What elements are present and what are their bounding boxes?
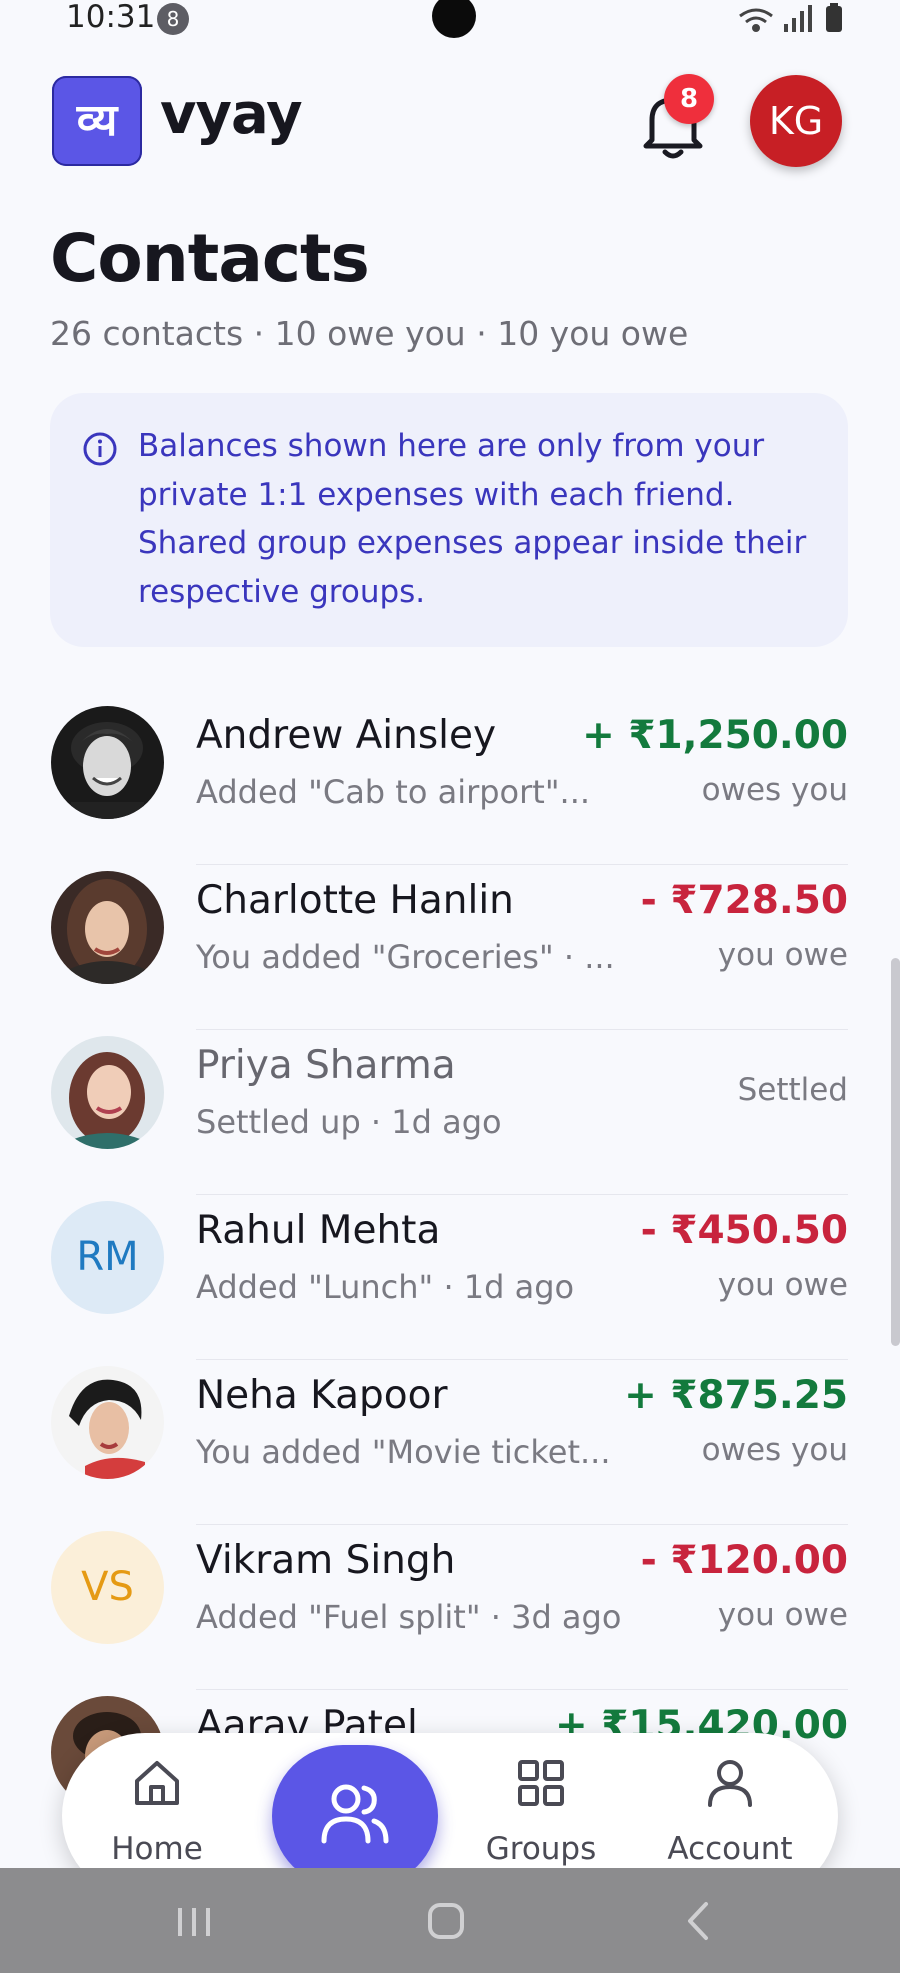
contact-amount: + ₹1,250.00: [582, 713, 848, 758]
contact-name: Neha Kapoor: [196, 1373, 448, 1418]
page-title: Contacts: [50, 220, 370, 297]
home-button-icon[interactable]: [416, 1896, 476, 1946]
nav-label: Home: [111, 1831, 203, 1867]
avatar: [51, 1036, 164, 1149]
info-card: Balances shown here are only from your p…: [50, 393, 848, 647]
contact-row[interactable]: RM Rahul Mehta Added "Lunch" · 1d ago - …: [0, 1195, 900, 1360]
brand-name: vyay: [160, 82, 303, 147]
contact-subtitle: You added "Groceries" · ...: [196, 938, 615, 976]
contact-row[interactable]: Andrew Ainsley Added "Cab to airport"...…: [0, 700, 900, 865]
contact-subtitle: You added "Movie ticket...: [196, 1433, 611, 1471]
contact-amount: - ₹120.00: [640, 1538, 848, 1583]
avatar: VS: [51, 1531, 164, 1644]
contact-status: owes you: [701, 772, 848, 808]
avatar-initials: VS: [81, 1564, 134, 1610]
contact-amount: + ₹875.25: [624, 1373, 848, 1418]
contact-row[interactable]: VS Vikram Singh Added "Fuel split" · 3d …: [0, 1525, 900, 1690]
contact-amount: - ₹728.50: [640, 878, 848, 923]
page-subtitle: 26 contacts · 10 owe you · 10 you owe: [50, 314, 689, 353]
signal-icon: [784, 5, 812, 32]
contact-amount: - ₹450.50: [640, 1208, 848, 1253]
battery-icon: [826, 3, 842, 32]
home-icon: [135, 1761, 179, 1805]
users-icon: [321, 1784, 389, 1844]
info-icon: [83, 432, 117, 466]
contact-name: Priya Sharma: [196, 1043, 456, 1088]
status-time: 10:31: [66, 0, 156, 35]
contact-row[interactable]: Priya Sharma Settled up · 1d ago Settled: [0, 1030, 900, 1195]
contact-status: you owe: [717, 1267, 848, 1303]
contact-subtitle: Settled up · 1d ago: [196, 1103, 502, 1141]
wifi-icon: [739, 8, 773, 32]
contact-name: Charlotte Hanlin: [196, 878, 514, 923]
scrollbar[interactable]: [891, 958, 900, 1346]
contact-name: Rahul Mehta: [196, 1208, 441, 1253]
contact-name: Andrew Ainsley: [196, 713, 497, 758]
contact-subtitle: Added "Cab to airport"...: [196, 773, 591, 811]
back-icon[interactable]: [668, 1896, 728, 1946]
recent-apps-icon[interactable]: [164, 1896, 224, 1946]
notification-badge: 8: [664, 74, 714, 124]
contact-subtitle: Added "Lunch" · 1d ago: [196, 1268, 575, 1306]
avatar-initials: RM: [76, 1234, 139, 1280]
nav-label: Account: [667, 1831, 793, 1867]
grid-icon: [518, 1760, 564, 1806]
user-avatar[interactable]: KG: [750, 75, 842, 167]
contact-status: Settled: [737, 1072, 848, 1108]
avatar: RM: [51, 1201, 164, 1314]
user-icon: [708, 1760, 752, 1807]
app-header: व्य vyay 8 KG: [0, 70, 900, 170]
avatar: [51, 1366, 164, 1479]
contact-status: you owe: [717, 937, 848, 973]
nav-item-contacts[interactable]: [272, 1745, 438, 1887]
status-notification-count: 8: [157, 3, 189, 35]
status-bar: 10:31 8: [0, 0, 900, 44]
logo-glyph: व्य: [76, 95, 118, 146]
contact-row[interactable]: Neha Kapoor You added "Movie ticket... +…: [0, 1360, 900, 1525]
contact-row[interactable]: Charlotte Hanlin You added "Groceries" ·…: [0, 865, 900, 1030]
contact-subtitle: Added "Fuel split" · 3d ago: [196, 1598, 622, 1636]
contact-status: you owe: [717, 1597, 848, 1633]
contact-status: owes you: [701, 1432, 848, 1468]
system-nav-bar: [0, 1868, 900, 1973]
camera-cutout: [432, 0, 476, 38]
avatar: [51, 706, 164, 819]
status-icons: [739, 3, 842, 32]
app-logo: व्य: [52, 76, 142, 166]
nav-label: Groups: [485, 1831, 597, 1867]
avatar: [51, 871, 164, 984]
info-text: Balances shown here are only from your p…: [138, 428, 807, 610]
contact-name: Vikram Singh: [196, 1538, 456, 1583]
